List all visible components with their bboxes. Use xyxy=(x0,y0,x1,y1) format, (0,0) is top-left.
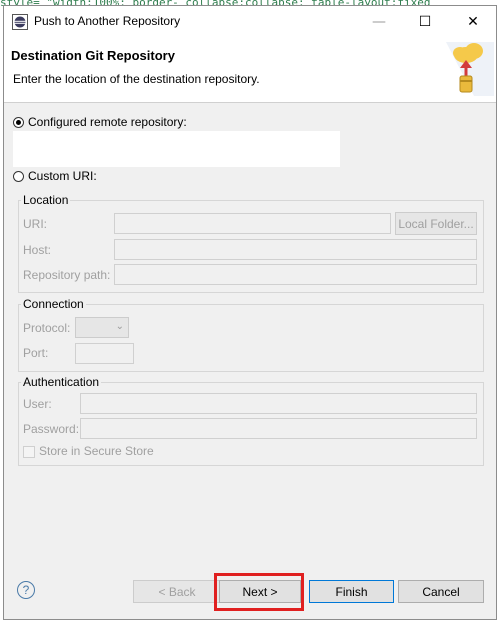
uri-input[interactable] xyxy=(114,213,391,234)
maximize-icon: ☐ xyxy=(418,14,432,30)
repository-path-input[interactable] xyxy=(114,264,477,285)
authentication-group-title: Authentication xyxy=(21,375,102,389)
wizard-header: Destination Git Repository Enter the loc… xyxy=(4,38,496,103)
configured-remote-label: Configured remote repository: xyxy=(28,115,187,129)
user-input[interactable] xyxy=(80,393,477,414)
push-dialog: Push to Another Repository — ☐ ✕ Destina… xyxy=(3,5,497,620)
host-input[interactable] xyxy=(114,239,477,260)
help-icon[interactable]: ? xyxy=(17,581,35,599)
host-label: Host: xyxy=(23,243,52,257)
location-group-title: Location xyxy=(21,193,71,207)
uri-label: URI: xyxy=(23,217,47,231)
next-button-highlight xyxy=(214,573,304,611)
connection-group-title: Connection xyxy=(21,297,86,311)
custom-uri-radio[interactable] xyxy=(13,171,24,182)
protocol-select[interactable]: ⌄ xyxy=(75,317,129,338)
local-folder-button[interactable]: Local Folder... xyxy=(395,212,477,235)
eclipse-icon xyxy=(12,14,28,30)
minimize-icon: — xyxy=(372,14,386,30)
chevron-down-icon: ⌄ xyxy=(115,321,124,332)
port-input[interactable] xyxy=(75,343,134,364)
maximize-button[interactable]: ☐ xyxy=(402,6,448,38)
close-icon: ✕ xyxy=(467,14,479,30)
page-title: Destination Git Repository xyxy=(11,48,175,63)
custom-uri-label: Custom URI: xyxy=(28,169,97,183)
port-label: Port: xyxy=(23,346,49,360)
window-title: Push to Another Repository xyxy=(34,14,181,28)
configured-remote-radio[interactable] xyxy=(13,117,24,128)
minimize-button[interactable]: — xyxy=(356,6,402,38)
repository-path-label: Repository path: xyxy=(23,268,111,282)
secure-store-checkbox[interactable] xyxy=(23,446,35,458)
user-label: User: xyxy=(23,397,52,411)
cancel-button[interactable]: Cancel xyxy=(398,580,484,603)
configured-remote-combo[interactable] xyxy=(13,131,340,167)
back-button[interactable]: < Back xyxy=(133,580,221,603)
password-input[interactable] xyxy=(80,418,477,439)
page-description: Enter the location of the destination re… xyxy=(13,72,260,86)
protocol-label: Protocol: xyxy=(23,321,71,335)
finish-button[interactable]: Finish xyxy=(309,580,394,603)
secure-store-label: Store in Secure Store xyxy=(39,444,154,458)
close-button[interactable]: ✕ xyxy=(450,6,496,38)
footer-separator xyxy=(4,571,496,572)
title-bar: Push to Another Repository — ☐ ✕ xyxy=(4,6,496,38)
password-label: Password: xyxy=(23,422,80,436)
push-cloud-icon xyxy=(446,42,494,96)
